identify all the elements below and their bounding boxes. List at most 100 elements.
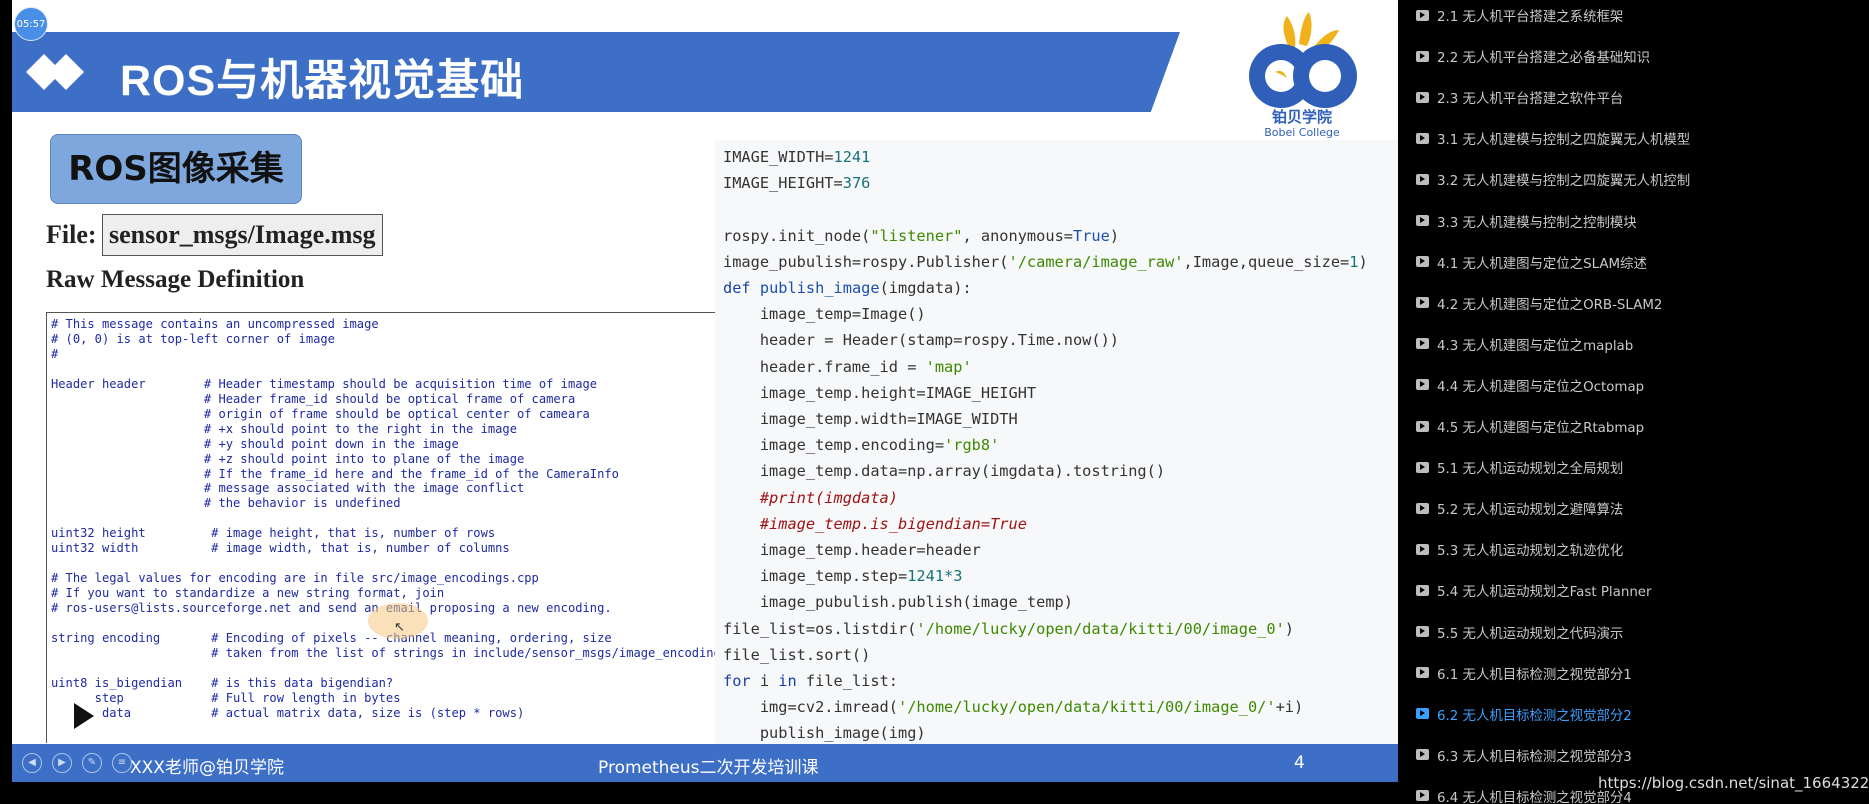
message-definition-line: data # actual matrix data, size is (step… (51, 705, 525, 720)
playlist-item[interactable]: 6.3 无人机目标检测之视觉部分3 (1416, 743, 1632, 767)
message-definition-line: # Header frame_id should be optical fram… (51, 391, 576, 406)
playlist-item[interactable]: 6.1 无人机目标检测之视觉部分1 (1416, 661, 1632, 685)
playlist-item-label: 6.2 无人机目标检测之视觉部分2 (1437, 708, 1632, 724)
playlist-item-label: 3.3 无人机建模与控制之控制模块 (1437, 215, 1637, 231)
message-definition-line: # +z should point into to plane of the i… (51, 451, 525, 466)
logo-english-name: Bobei College (1264, 126, 1340, 139)
message-definition-line: # (51, 346, 59, 361)
playlist-item-label: 5.2 无人机运动规划之避障算法 (1437, 503, 1624, 519)
playlist-item-label: 6.1 无人机目标检测之视觉部分1 (1437, 667, 1632, 683)
playlist-item-label: 5.4 无人机运动规划之Fast Planner (1437, 585, 1652, 601)
video-play-icon (1416, 50, 1429, 62)
playlist-item-label: 4.5 无人机建图与定位之Rtabmap (1437, 421, 1645, 436)
video-slide[interactable]: ROS与机器视觉基础 铂贝学院 Bobei College ROS图像采集 Fi… (12, 0, 1398, 744)
playlist-item[interactable]: 4.1 无人机建图与定位之SLAM综述 (1416, 250, 1647, 274)
video-play-icon (1416, 297, 1429, 309)
footer-course-title: Prometheus二次开发培训课 (598, 758, 819, 778)
video-play-icon (1416, 9, 1429, 21)
playlist-item[interactable]: 5.5 无人机运动规划之代码演示 (1416, 620, 1623, 644)
playlist-item[interactable]: 2.2 无人机平台搭建之必备基础知识 (1416, 44, 1650, 68)
video-play-icon (1416, 420, 1429, 432)
course-playlist[interactable]: 2.1 无人机平台搭建之系统框架 2.2 无人机平台搭建之必备基础知识 2.3 无人… (1400, 0, 1869, 804)
message-definition-line: # The legal values for encoding are in f… (51, 571, 539, 586)
playlist-item-label: 2.2 无人机平台搭建之必备基础知识 (1437, 51, 1651, 67)
video-play-icon (1416, 790, 1429, 802)
section-heading-box: ROS图像采集 (50, 134, 302, 204)
playlist-item[interactable]: 4.3 无人机建图与定位之maplab (1416, 332, 1633, 356)
previous-slide-icon[interactable]: ◀ (22, 753, 42, 773)
message-definition-line: # If the frame_id here and the frame_id … (51, 466, 619, 481)
play-icon[interactable] (74, 703, 94, 729)
playlist-item-label: 5.1 无人机运动规划之全局规划 (1437, 462, 1624, 478)
video-play-icon (1416, 338, 1429, 350)
playlist-item[interactable]: 5.4 无人机运动规划之Fast Planner (1416, 578, 1652, 602)
slide-footer: ◀ ▶ ✎ ≡ XXX老师@铂贝学院 Prometheus二次开发培训课 4 (12, 744, 1398, 782)
message-definition-line: # This message contains an uncompressed … (51, 317, 379, 331)
file-label: File: (46, 220, 97, 249)
playlist-item[interactable]: 3.1 无人机建模与控制之四旋翼无人机模型 (1416, 126, 1690, 150)
message-definition-line: # If you want to standardize a new strin… (51, 586, 445, 601)
menu-icon[interactable]: ≡ (112, 753, 132, 773)
playlist-item[interactable]: 5.2 无人机运动规划之避障算法 (1416, 496, 1623, 520)
mouse-pointer-icon: ↖ (394, 620, 405, 635)
message-definition-line: # ros-users@lists.sourceforge.net and se… (51, 601, 612, 616)
diamond-logo-icon (26, 54, 84, 90)
playlist-item[interactable]: 3.3 无人机建模与控制之控制模块 (1416, 209, 1637, 233)
message-definition-line: # origin of frame should be optical cent… (51, 406, 590, 421)
playlist-item-label: 5.3 无人机运动规划之轨迹优化 (1437, 544, 1624, 560)
video-play-icon (1416, 215, 1429, 226)
file-name-box: sensor_msgs/Image.msg (102, 214, 383, 256)
playlist-item-label: 4.3 无人机建图与定位之maplab (1437, 338, 1634, 354)
video-play-icon (1416, 626, 1429, 637)
playlist-item-label: 6.3 无人机目标检测之视觉部分3 (1437, 749, 1632, 765)
message-definition-line: uint32 width # image width, that is, num… (51, 541, 510, 556)
message-definition-line: step # Full row length in bytes (51, 690, 401, 705)
playlist-item-label: 4.1 无人机建图与定位之SLAM综述 (1437, 256, 1647, 272)
raw-definition-title: Raw Message Definition (46, 266, 305, 293)
message-definition-line: # taken from the list of strings in incl… (51, 645, 727, 660)
playlist-item[interactable]: 4.5 无人机建图与定位之Rtabmap (1416, 414, 1644, 438)
playlist-item-label: 3.2 无人机建模与控制之四旋翼无人机控制 (1437, 174, 1691, 190)
playlist-item[interactable]: 2.3 无人机平台搭建之软件平台 (1416, 85, 1623, 109)
video-play-icon (1416, 173, 1429, 185)
playlist-item[interactable]: 5.1 无人机运动规划之全局规划 (1416, 455, 1623, 479)
slide-title-bar: ROS与机器视觉基础 (12, 32, 1180, 112)
playlist-item-label: 4.2 无人机建图与定位之ORB-SLAM2 (1437, 297, 1663, 313)
playlist-item-label: 2.3 无人机平台搭建之软件平台 (1437, 92, 1624, 108)
message-definition-line: # +x should point to the right in the im… (51, 421, 517, 436)
video-play-icon (1416, 667, 1429, 679)
video-play-icon (1416, 502, 1429, 514)
footer-teacher: XXX老师@铂贝学院 (130, 758, 284, 778)
section-heading: ROS图像采集 (68, 149, 284, 189)
pen-tool-icon[interactable]: ✎ (82, 753, 102, 773)
message-definition-line: # the behavior is undefined (51, 496, 401, 511)
message-definition-line: # (0, 0) is at top-left corner of image (51, 331, 335, 346)
playlist-item[interactable]: 2.1 无人机平台搭建之系统框架 (1416, 3, 1623, 27)
video-play-icon (1416, 543, 1429, 555)
video-play-icon (1416, 379, 1429, 391)
message-definition-line: # message associated with the image conf… (51, 481, 525, 496)
message-definition-line: string encoding # Encoding of pixels -- … (51, 631, 612, 646)
playlist-item[interactable]: 4.4 无人机建图与定位之Octomap (1416, 373, 1644, 397)
playlist-item[interactable]: 5.3 无人机运动规划之轨迹优化 (1416, 537, 1623, 561)
message-definition-line: uint8 is_bigendian # is this data bigend… (51, 675, 394, 690)
video-play-icon (1416, 91, 1429, 103)
video-play-icon (1416, 584, 1429, 596)
playback-timer-badge: 05:57 (14, 7, 48, 41)
message-definition-text: # This message contains an uncompressed … (47, 313, 727, 725)
message-definition-line: Header header # Header timestamp should … (51, 376, 598, 391)
playlist-item-label: 5.5 无人机运动规划之代码演示 (1437, 626, 1624, 642)
playlist-item[interactable]: 4.2 无人机建图与定位之ORB-SLAM2 (1416, 291, 1662, 315)
message-definition-listing: # This message contains an uncompressed … (46, 312, 727, 743)
video-play-icon (1416, 461, 1429, 473)
playlist-item-label: 2.1 无人机平台搭建之系统框架 (1437, 10, 1624, 25)
blog-watermark: https://blog.csdn.net/sinat_16643223 (1598, 774, 1869, 792)
playlist-item[interactable]: 3.2 无人机建模与控制之四旋翼无人机控制 (1416, 167, 1690, 191)
video-play-icon (1416, 708, 1429, 720)
slide-page-number: 4 (1294, 753, 1305, 773)
video-play-icon (1416, 749, 1429, 761)
video-play-icon (1416, 132, 1429, 144)
next-slide-icon[interactable]: ▶ (52, 753, 72, 773)
python-code: IMAGE_WIDTH=1241 IMAGE_HEIGHT=376 rospy.… (723, 148, 1368, 743)
playlist-item[interactable]: 6.2 无人机目标检测之视觉部分2 (1416, 702, 1632, 726)
